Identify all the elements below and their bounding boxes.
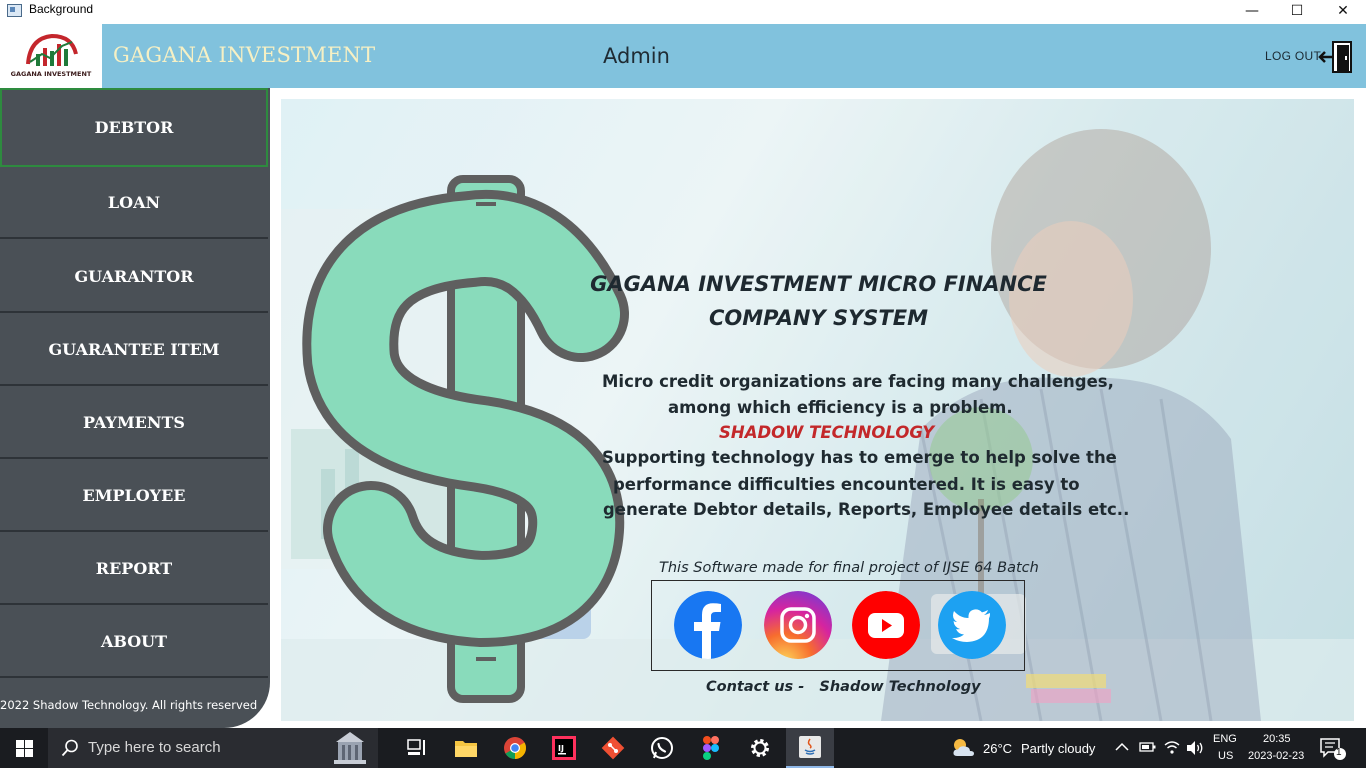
wifi-icon[interactable] bbox=[1163, 739, 1181, 755]
project-credit-text: This Software made for final project of … bbox=[659, 560, 1039, 576]
shadow-technology-label: SHADOW TECHNOLOGY bbox=[719, 423, 935, 442]
chrome-icon bbox=[504, 737, 526, 759]
chevron-up-icon[interactable] bbox=[1115, 742, 1129, 752]
taskbar-whatsapp[interactable] bbox=[639, 728, 685, 768]
nav-payments-label: PAYMENTS bbox=[83, 412, 185, 432]
close-icon: ✕ bbox=[1337, 3, 1349, 19]
weather-partly-cloudy-icon[interactable] bbox=[951, 736, 977, 760]
contact-prefix: Contact us - bbox=[706, 679, 805, 695]
logout-door-icon[interactable] bbox=[1318, 40, 1354, 74]
taskbar-java-app[interactable] bbox=[786, 728, 834, 768]
headline-line-2: COMPANY SYSTEM bbox=[709, 306, 928, 330]
nav-about[interactable]: ABOUT bbox=[0, 606, 268, 678]
start-button[interactable] bbox=[0, 728, 48, 768]
main-content-panel: GAGANA INVESTMENT MICRO FINANCE COMPANY … bbox=[281, 99, 1354, 721]
nav-guarantee-item-label: GUARANTEE ITEM bbox=[48, 339, 220, 359]
intellij-icon: IJ bbox=[552, 736, 576, 760]
notification-icon bbox=[1320, 738, 1346, 760]
weather-temperature[interactable]: 26°C bbox=[983, 741, 1012, 756]
nav-guarantor-label: GUARANTOR bbox=[74, 266, 194, 286]
taskbar-settings[interactable] bbox=[737, 728, 783, 768]
taskbar: Type here to search IJ 26°C Partly cloud… bbox=[0, 728, 1366, 768]
taskbar-file-explorer[interactable] bbox=[443, 728, 489, 768]
taskbar-chrome[interactable] bbox=[492, 728, 538, 768]
intro-text-line-2: among which efficiency is a problem. bbox=[668, 398, 1013, 417]
logo-emblem-icon: GAGANA INVESTMENT bbox=[11, 33, 92, 78]
maximize-icon: ☐ bbox=[1290, 3, 1304, 19]
nav-guarantee-item[interactable]: GUARANTEE ITEM bbox=[0, 314, 268, 386]
folder-icon bbox=[455, 741, 477, 757]
close-button[interactable]: ✕ bbox=[1320, 0, 1366, 22]
clock-time[interactable]: 20:35 bbox=[1263, 733, 1291, 745]
nav-report-label: REPORT bbox=[95, 558, 173, 578]
search-icon bbox=[61, 739, 78, 757]
task-view-button[interactable] bbox=[394, 728, 440, 768]
instagram-icon[interactable] bbox=[764, 591, 832, 659]
intro-text-line-4: performance difficulties encountered. It… bbox=[613, 475, 1080, 494]
copyright-text: 2022 Shadow Technology. All rights reser… bbox=[0, 698, 258, 712]
volume-icon[interactable] bbox=[1186, 740, 1204, 756]
nav-report[interactable]: REPORT bbox=[0, 533, 268, 605]
search-placeholder: Type here to search bbox=[88, 739, 221, 756]
taskbar-figma[interactable] bbox=[688, 728, 734, 768]
figma-icon bbox=[703, 736, 719, 760]
nav-payments[interactable]: PAYMENTS bbox=[0, 387, 268, 459]
svg-text:GAGANA INVESTMENT: GAGANA INVESTMENT bbox=[11, 70, 92, 78]
weather-description[interactable]: Partly cloudy bbox=[1021, 741, 1095, 756]
current-user-label: Admin bbox=[603, 44, 670, 68]
language-indicator[interactable]: ENG bbox=[1213, 733, 1237, 745]
notification-count: 1 bbox=[1336, 747, 1342, 758]
window-title-bar: Background — ☐ ✕ bbox=[0, 0, 1366, 24]
nav-loan[interactable]: LOAN bbox=[0, 167, 268, 239]
git-app-icon bbox=[601, 736, 625, 760]
taskbar-intellij[interactable]: IJ bbox=[541, 728, 587, 768]
nav-loan-label: LOAN bbox=[107, 192, 161, 212]
notification-center-button[interactable]: 1 bbox=[1318, 736, 1348, 762]
twitter-icon[interactable] bbox=[938, 591, 1006, 659]
headline-line-1: GAGANA INVESTMENT MICRO FINANCE bbox=[590, 272, 1047, 296]
contact-line: Contact us - Shadow Technology bbox=[706, 679, 981, 695]
nav-guarantor[interactable]: GUARANTOR bbox=[0, 241, 268, 313]
nav-debtor[interactable]: DEBTOR bbox=[0, 88, 268, 167]
battery-icon[interactable] bbox=[1139, 741, 1157, 753]
youtube-icon[interactable] bbox=[852, 591, 920, 659]
nav-employee[interactable]: EMPLOYEE bbox=[0, 460, 268, 532]
intro-text-line-5: generate Debtor details, Reports, Employ… bbox=[603, 500, 1130, 519]
minimize-icon: — bbox=[1245, 3, 1259, 19]
sidebar-nav: DEBTOR LOAN GUARANTOR GUARANTEE ITEM PAY… bbox=[0, 88, 270, 728]
system-headline: GAGANA INVESTMENT MICRO FINANCE COMPANY … bbox=[581, 267, 1056, 335]
app-header: GAGANA INVESTMENT GAGANA INVESTMENT Admi… bbox=[0, 24, 1366, 88]
maximize-button[interactable]: ☐ bbox=[1274, 0, 1320, 22]
minimize-button[interactable]: — bbox=[1229, 0, 1275, 22]
nav-employee-label: EMPLOYEE bbox=[82, 485, 186, 505]
app-window-icon bbox=[7, 4, 22, 17]
logout-label[interactable]: LOG OUT bbox=[1265, 49, 1321, 63]
contact-name[interactable]: Shadow Technology bbox=[819, 679, 980, 695]
intro-text-line-1: Micro credit organizations are facing ma… bbox=[602, 372, 1114, 391]
gear-icon bbox=[751, 739, 769, 757]
intro-text-line-3: Supporting technology has to emerge to h… bbox=[602, 448, 1117, 467]
keyboard-layout-indicator[interactable]: US bbox=[1218, 750, 1233, 762]
nav-about-label: ABOUT bbox=[100, 631, 168, 651]
java-icon bbox=[799, 736, 821, 758]
taskbar-sourcetree[interactable] bbox=[590, 728, 636, 768]
clock-date[interactable]: 2023-02-23 bbox=[1248, 750, 1304, 762]
window-title: Background bbox=[29, 2, 94, 16]
windows-logo-icon bbox=[15, 739, 33, 757]
social-links-box bbox=[651, 580, 1025, 671]
taskbar-search-box[interactable]: Type here to search bbox=[48, 728, 378, 768]
svg-text:IJ: IJ bbox=[558, 744, 564, 753]
brand-title: GAGANA INVESTMENT bbox=[113, 43, 376, 67]
task-view-icon bbox=[407, 739, 425, 755]
nav-debtor-label: DEBTOR bbox=[94, 118, 174, 137]
facebook-icon[interactable] bbox=[674, 591, 742, 659]
company-logo: GAGANA INVESTMENT bbox=[0, 24, 102, 88]
whatsapp-icon bbox=[651, 737, 673, 759]
search-highlight-temple-icon bbox=[334, 732, 366, 764]
